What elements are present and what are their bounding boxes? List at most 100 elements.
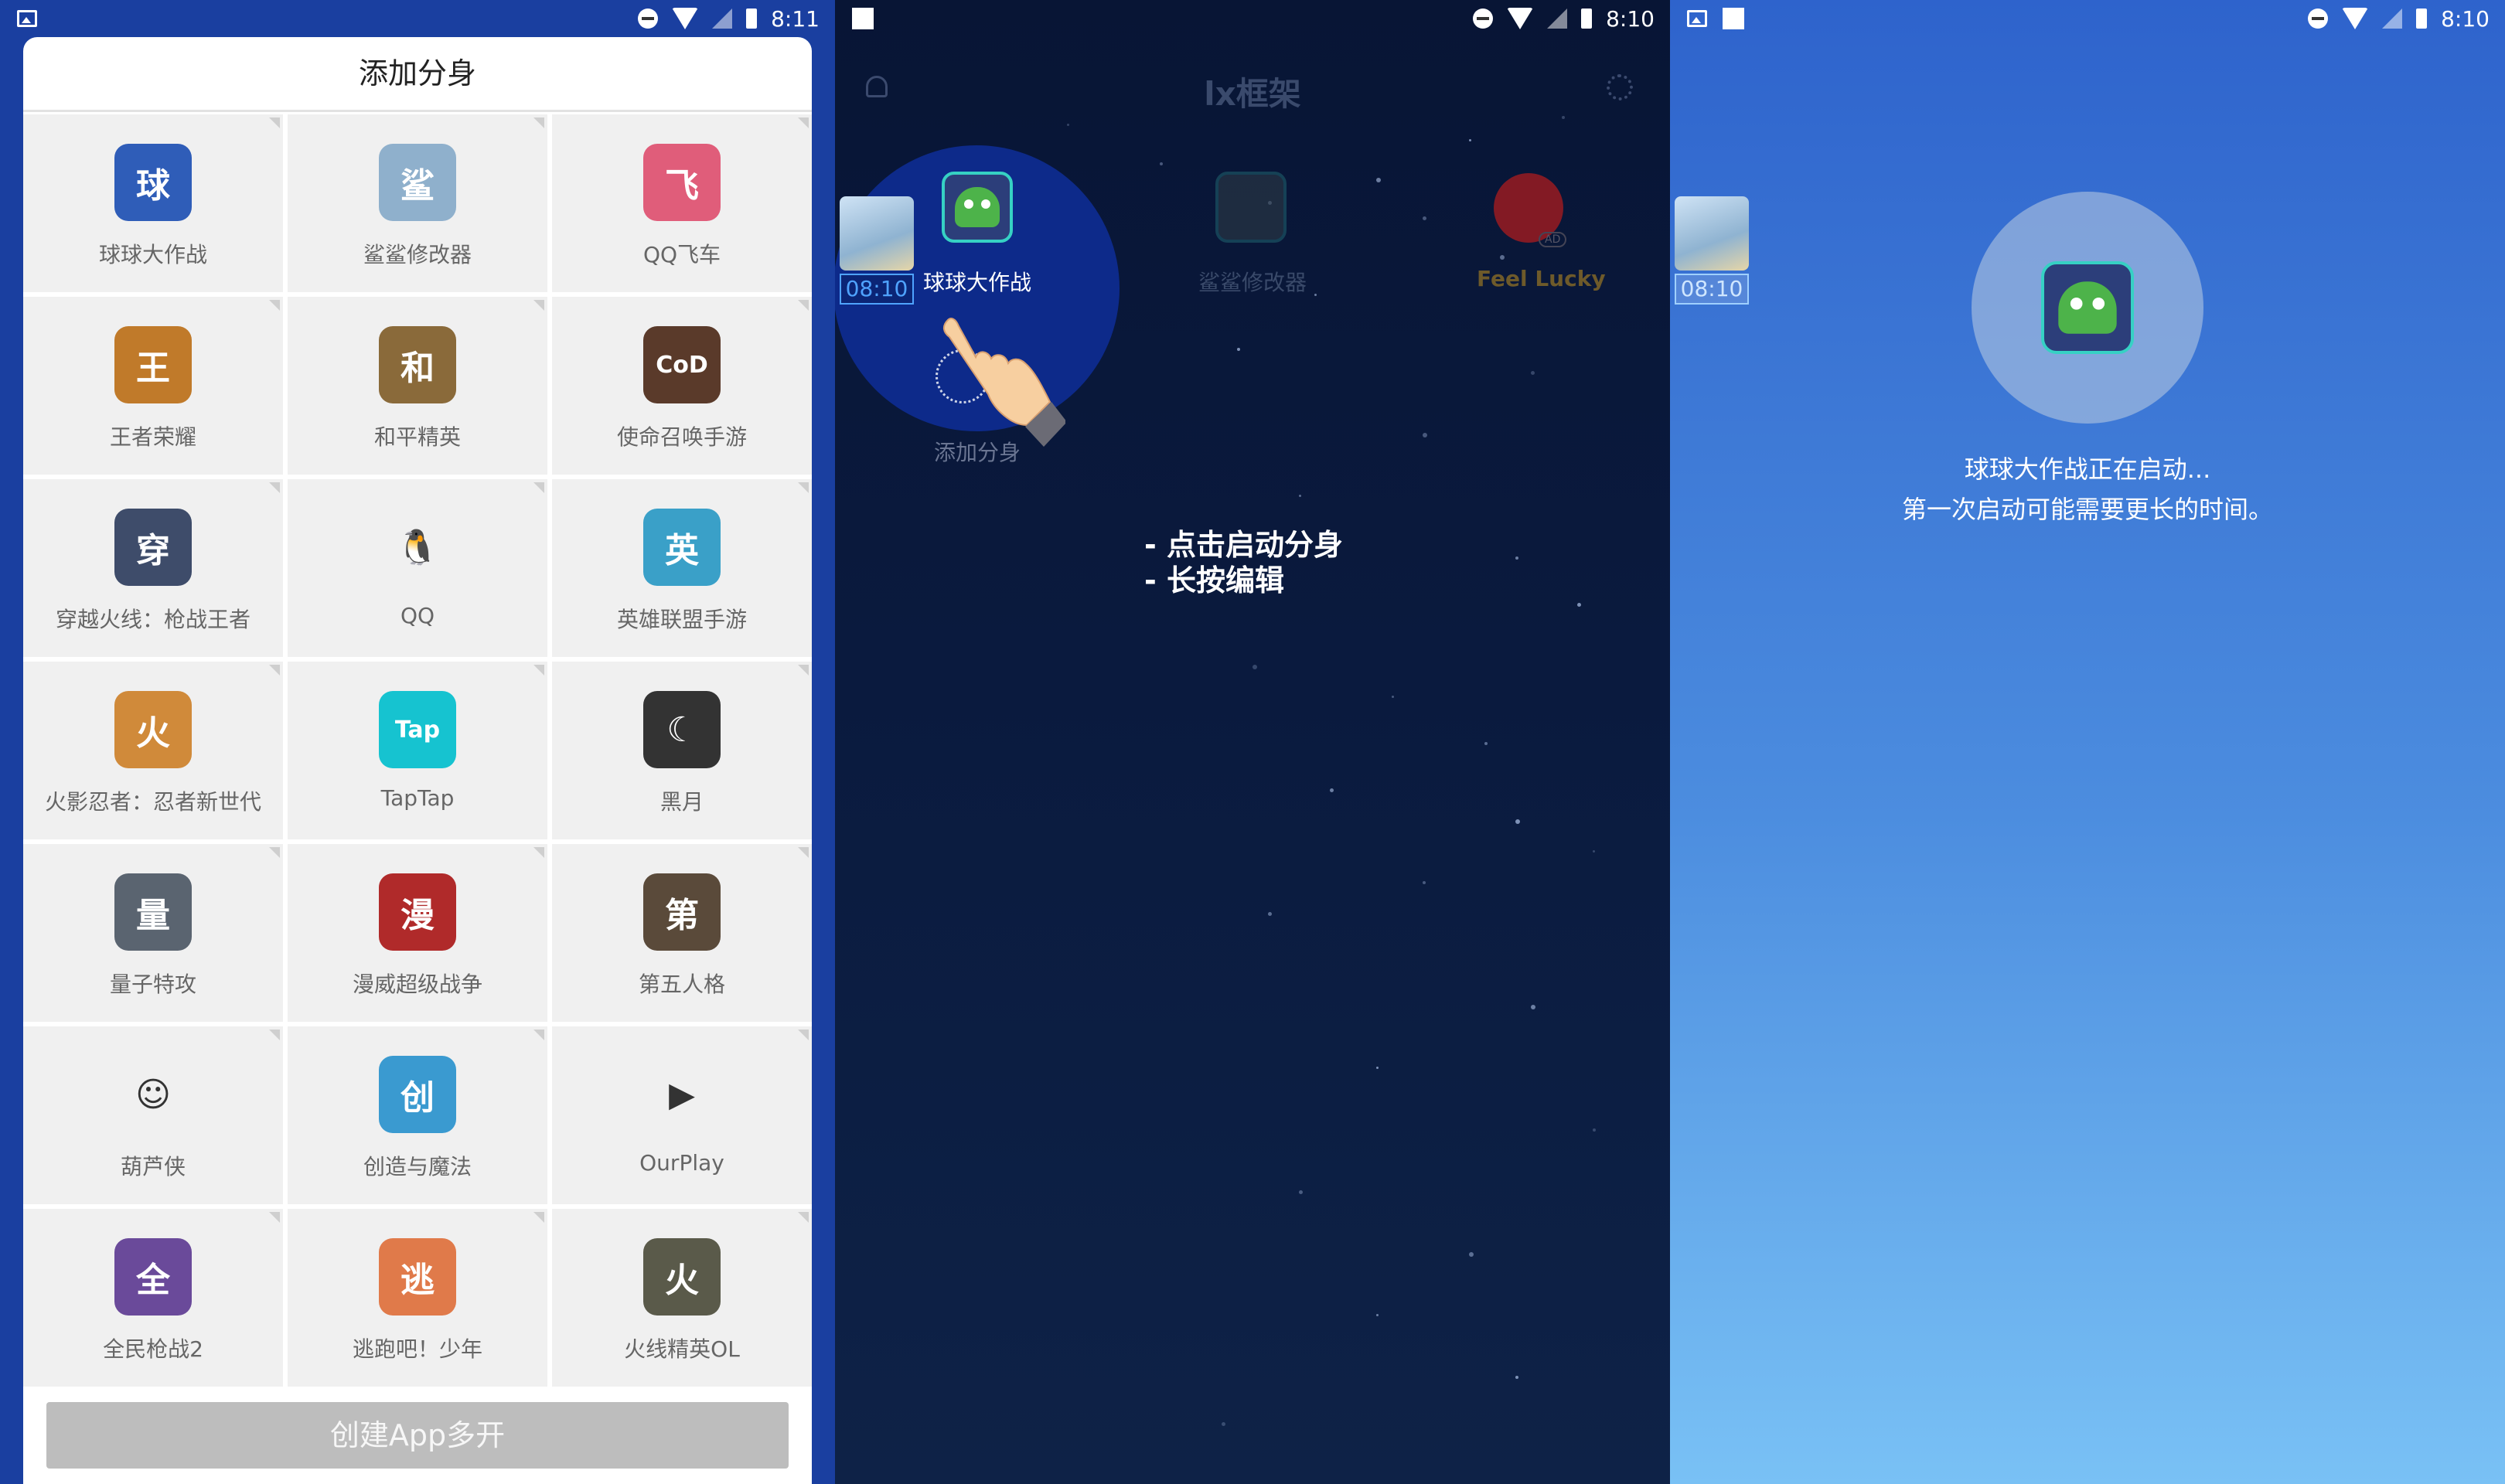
- wifi-icon: [672, 8, 699, 29]
- corner-marker: [533, 117, 544, 128]
- app-name-label: QQ: [400, 603, 435, 628]
- app-grid-item[interactable]: ▶ OurPlay: [552, 1026, 812, 1204]
- app-name-label: 第五人格: [638, 972, 725, 997]
- national-gunfight-icon: 全: [114, 1238, 192, 1316]
- marvel-icon: 漫: [379, 873, 456, 951]
- run-boy-icon: 逃: [379, 1238, 456, 1316]
- shark-modifier-clone-icon[interactable]: [1215, 172, 1287, 243]
- signal-icon: [2382, 9, 2403, 29]
- shark-floating-icon[interactable]: [840, 196, 914, 271]
- add-clone-label: 添加分身: [934, 440, 1021, 465]
- app-grid-item[interactable]: 鲨鲨鲨修改器: [288, 114, 547, 292]
- create-app-clone-button[interactable]: 创建App多开: [46, 1402, 789, 1469]
- green-monster-icon: [955, 187, 1000, 227]
- app-grid-item[interactable]: 火火线精英OL: [552, 1209, 812, 1387]
- app-name-label: 葫芦侠: [120, 1154, 186, 1179]
- app-grid-item[interactable]: CoD 使命召唤手游: [552, 297, 812, 475]
- star-dot: [1531, 371, 1535, 375]
- corner-marker: [269, 1030, 280, 1040]
- app-grid-item[interactable]: 逃逃跑吧！少年: [288, 1209, 547, 1387]
- star-dot: [1392, 696, 1394, 698]
- call-of-duty-icon: CoD: [643, 326, 721, 403]
- corner-marker: [269, 300, 280, 311]
- shark-floating-icon[interactable]: [1675, 196, 1749, 271]
- app-name-label: 球球大作战: [98, 242, 207, 267]
- app-grid-item[interactable]: 火火影忍者：忍者新世代: [23, 662, 283, 839]
- app-grid-item[interactable]: 漫漫威超级战争: [288, 844, 547, 1022]
- tutorial-instructions: - 点击启动分身 - 长按编辑: [1144, 527, 1343, 598]
- app-grid-item[interactable]: 第第五人格: [552, 844, 812, 1022]
- taptap-icon: Tap: [379, 691, 456, 768]
- app-grid-item[interactable]: 王王者荣耀: [23, 297, 283, 475]
- star-dot: [1222, 1422, 1225, 1426]
- app-grid-item[interactable]: Tap TapTap: [288, 662, 547, 839]
- corner-marker: [798, 665, 809, 676]
- star-dot: [1469, 1252, 1474, 1257]
- app-grid-item[interactable]: 飞 QQ飞车: [552, 114, 812, 292]
- instruction-tap: - 点击启动分身: [1144, 528, 1344, 562]
- star-dot: [1562, 116, 1565, 119]
- launching-status-text: 球球大作战正在启动...: [1964, 454, 2211, 484]
- app-grid-item[interactable]: ☺ 葫芦侠: [23, 1026, 283, 1204]
- ball-battle-clone-icon[interactable]: [942, 172, 1013, 243]
- feel-lucky-label[interactable]: Feel Lucky: [1477, 266, 1606, 291]
- settings-gear-icon[interactable]: [1607, 74, 1633, 100]
- green-monster-icon: [2058, 281, 2117, 334]
- corner-marker: [798, 1030, 809, 1040]
- qq-speed-icon: 飞: [643, 144, 721, 221]
- identity-v-icon: 第: [643, 873, 721, 951]
- app-name-label: QQ飞车: [642, 242, 721, 267]
- status-time: 8:11: [771, 5, 820, 32]
- star-dot: [1268, 912, 1272, 916]
- app-grid-item[interactable]: 🐧 QQ: [288, 479, 547, 657]
- star-dot: [1484, 742, 1488, 745]
- status-time: 8:10: [1606, 5, 1655, 32]
- app-grid-item[interactable]: 全全民枪战2: [23, 1209, 283, 1387]
- app-grid-item[interactable]: 和和平精英: [288, 297, 547, 475]
- star-dot: [1160, 162, 1163, 165]
- star-dot: [1314, 294, 1317, 296]
- app-grid-item[interactable]: 英英雄联盟手游: [552, 479, 812, 657]
- signal-icon: [1547, 9, 1568, 29]
- launching-screen: 8:10 08:10 球球大作战正在启动... 第一次启动可能需要更长的时间。: [1670, 0, 2505, 1484]
- app-name-label: 和平精英: [373, 424, 461, 450]
- app-name-label: 漫威超级战争: [352, 972, 482, 997]
- app-name-label: 英雄联盟手游: [616, 607, 747, 632]
- app-grid-item[interactable]: 穿穿越火线：枪战王者: [23, 479, 283, 657]
- app-name-label: 火影忍者：忍者新世代: [44, 789, 261, 815]
- quantum-ops-icon: 量: [114, 873, 192, 951]
- star-dot: [1376, 1067, 1379, 1069]
- app-name-label: 黑月: [659, 789, 704, 815]
- create-magic-icon: 创: [379, 1056, 456, 1133]
- app-grid-item[interactable]: 量量子特攻: [23, 844, 283, 1022]
- app-grid-item[interactable]: 球球球大作战: [23, 114, 283, 292]
- app-name-label: 量子特攻: [109, 972, 196, 997]
- instruction-long-press: - 长按编辑: [1144, 563, 1285, 597]
- corner-marker: [533, 665, 544, 676]
- star-dot: [1593, 1128, 1596, 1132]
- first-launch-hint: 第一次启动可能需要更长的时间。: [1901, 495, 2273, 524]
- app-name-label: 火线精英OL: [624, 1336, 740, 1362]
- star-dot: [1299, 1190, 1303, 1194]
- battery-icon: [1581, 9, 1593, 29]
- app-grid-item[interactable]: 创创造与魔法: [288, 1026, 547, 1204]
- shark-modifier-icon: 鲨: [379, 144, 456, 221]
- star-dot: [1376, 1314, 1379, 1316]
- notification-square-icon: [1723, 8, 1744, 29]
- star-dot: [1593, 850, 1595, 853]
- star-dot: [1515, 819, 1520, 824]
- star-dot: [1299, 495, 1301, 497]
- naruto-icon: 火: [114, 691, 192, 768]
- corner-marker: [533, 300, 544, 311]
- star-dot: [1423, 433, 1427, 437]
- app-name-label: 使命召唤手游: [616, 424, 747, 450]
- app-name-label: 穿越火线：枪战王者: [55, 607, 250, 632]
- ourplay-icon: ▶: [643, 1056, 721, 1133]
- notification-square-icon: [852, 8, 874, 29]
- corner-marker: [269, 117, 280, 128]
- corner-marker: [533, 1030, 544, 1040]
- app-grid-item[interactable]: ☾ 黑月: [552, 662, 812, 839]
- corner-marker: [798, 482, 809, 493]
- corner-marker: [798, 847, 809, 858]
- image-notification-icon: [17, 10, 37, 27]
